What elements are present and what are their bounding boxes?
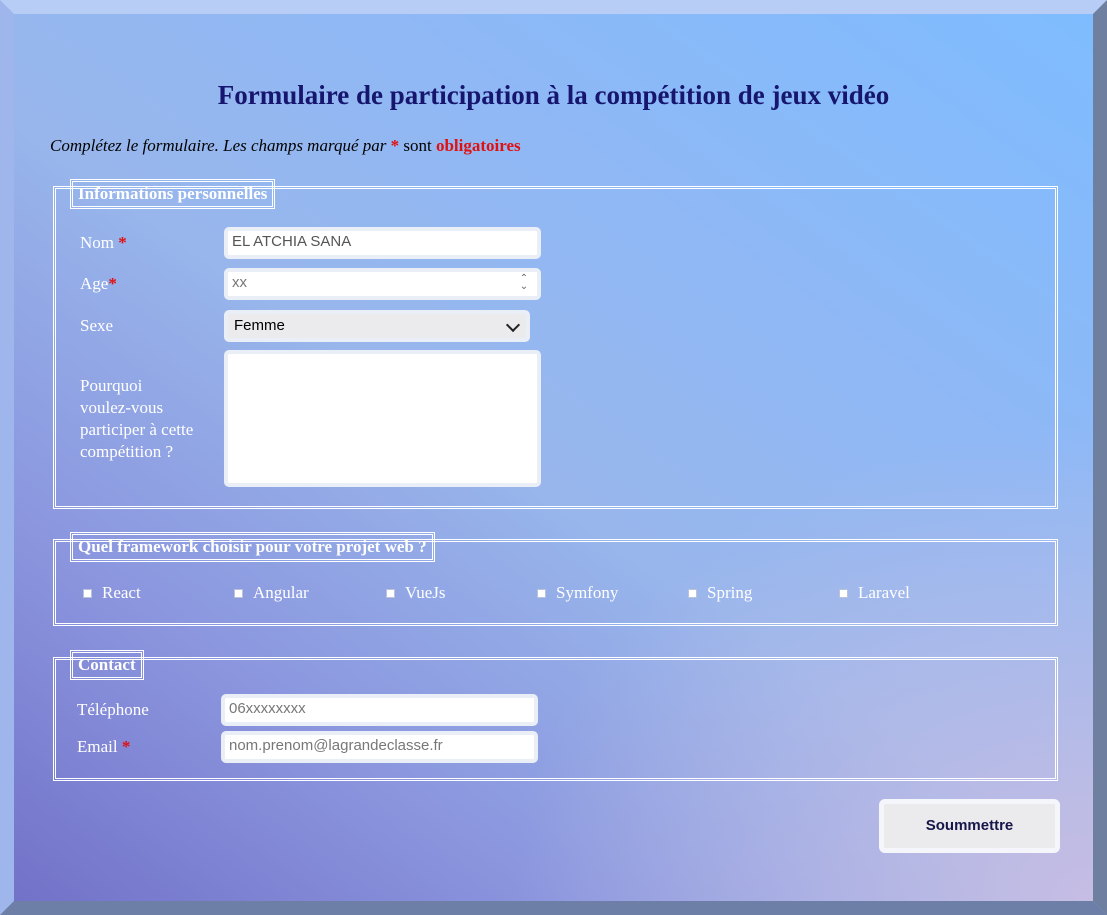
telephone-input[interactable]: 06xxxxxxxx bbox=[221, 694, 538, 726]
pourquoi-label-line-3: participer à cette bbox=[80, 420, 194, 439]
nom-input[interactable]: EL ATCHIA SANA bbox=[224, 227, 541, 259]
age-label-text: Age bbox=[80, 274, 109, 293]
checkbox-box[interactable] bbox=[688, 588, 697, 598]
framework-fieldset: Quel framework choisir pour votre projet… bbox=[53, 532, 1058, 626]
checkbox-box[interactable] bbox=[537, 588, 546, 598]
pourquoi-label-line-1: Pourquoi bbox=[80, 376, 143, 395]
frame-bevel-bottom bbox=[0, 901, 1107, 915]
sexe-label: Sexe bbox=[80, 316, 114, 335]
checkbox-label: Angular bbox=[253, 583, 309, 602]
checkbox-vuejs[interactable]: VueJs bbox=[386, 583, 446, 603]
telephone-placeholder: 06xxxxxxxx bbox=[229, 700, 306, 717]
frame-bevel-top bbox=[0, 0, 1107, 14]
personal-info-fieldset: Informations personnelles Nom * EL ATCHI… bbox=[53, 179, 1058, 509]
nom-input-value: EL ATCHIA SANA bbox=[232, 233, 352, 250]
sexe-select-value: Femme bbox=[234, 317, 285, 334]
checkbox-box[interactable] bbox=[839, 588, 848, 598]
intro-required-star: * bbox=[390, 136, 400, 155]
checkbox-react[interactable]: React bbox=[83, 583, 141, 603]
pourquoi-label-line-2: voulez-vous bbox=[80, 398, 164, 417]
frame-bevel-left bbox=[0, 0, 14, 915]
nom-required-star: * bbox=[118, 233, 127, 252]
page-title: Formulaire de participation à la compéti… bbox=[217, 80, 890, 110]
intro-text: Complétez le formulaire. Les champs marq… bbox=[50, 136, 387, 155]
checkbox-box[interactable] bbox=[234, 588, 243, 598]
contact-fieldset: Contact Téléphone 06xxxxxxxx Email * nom… bbox=[53, 650, 1058, 781]
checkbox-label: Spring bbox=[707, 583, 753, 602]
spinner-icon[interactable]: ⌃ ⌄ bbox=[517, 274, 531, 293]
contact-legend: Contact bbox=[70, 650, 144, 680]
email-input[interactable]: nom.prenom@lagrandeclasse.fr bbox=[221, 731, 538, 763]
intro-mid-text: sont bbox=[403, 136, 432, 155]
checkbox-label: Laravel bbox=[858, 583, 910, 602]
checkbox-box[interactable] bbox=[83, 588, 92, 598]
age-input[interactable]: xx ⌃ ⌄ bbox=[224, 268, 541, 300]
nom-label-text: Nom bbox=[80, 233, 114, 252]
nom-label: Nom * bbox=[80, 232, 127, 254]
age-required-star: * bbox=[108, 274, 117, 293]
checkbox-angular[interactable]: Angular bbox=[234, 583, 309, 603]
submit-button[interactable]: Soummettre bbox=[879, 799, 1060, 853]
sexe-select[interactable]: Femme bbox=[224, 310, 530, 342]
email-placeholder: nom.prenom@lagrandeclasse.fr bbox=[229, 737, 443, 754]
checkbox-label: Symfony bbox=[556, 583, 619, 602]
form-page: Formulaire de participation à la compéti… bbox=[14, 14, 1093, 901]
checkbox-label: React bbox=[102, 583, 141, 602]
age-label: Age* bbox=[80, 273, 117, 295]
age-input-placeholder: xx bbox=[232, 274, 247, 291]
pourquoi-label: Pourquoi voulez-vous participer à cette … bbox=[80, 375, 193, 463]
checkbox-box[interactable] bbox=[386, 588, 395, 598]
chevron-down-icon bbox=[505, 317, 521, 333]
email-label: Email * bbox=[77, 736, 130, 758]
pourquoi-label-line-4: compétition ? bbox=[80, 442, 174, 461]
frame-bevel-right bbox=[1093, 0, 1107, 915]
personal-info-legend: Informations personnelles bbox=[70, 179, 276, 209]
checkbox-spring[interactable]: Spring bbox=[688, 583, 752, 603]
checkbox-laravel[interactable]: Laravel bbox=[839, 583, 910, 603]
telephone-label: Téléphone bbox=[77, 700, 149, 719]
email-label-text: Email bbox=[77, 737, 118, 756]
checkbox-symfony[interactable]: Symfony bbox=[537, 583, 618, 603]
pourquoi-textarea[interactable] bbox=[224, 350, 541, 487]
form-intro: Complétez le formulaire. Les champs marq… bbox=[50, 136, 521, 156]
email-required-star: * bbox=[121, 737, 131, 756]
framework-legend: Quel framework choisir pour votre projet… bbox=[70, 532, 435, 562]
page-frame: Formulaire de participation à la compéti… bbox=[0, 0, 1107, 915]
checkbox-label: VueJs bbox=[405, 583, 446, 602]
intro-required-word: obligatoires bbox=[435, 136, 521, 155]
